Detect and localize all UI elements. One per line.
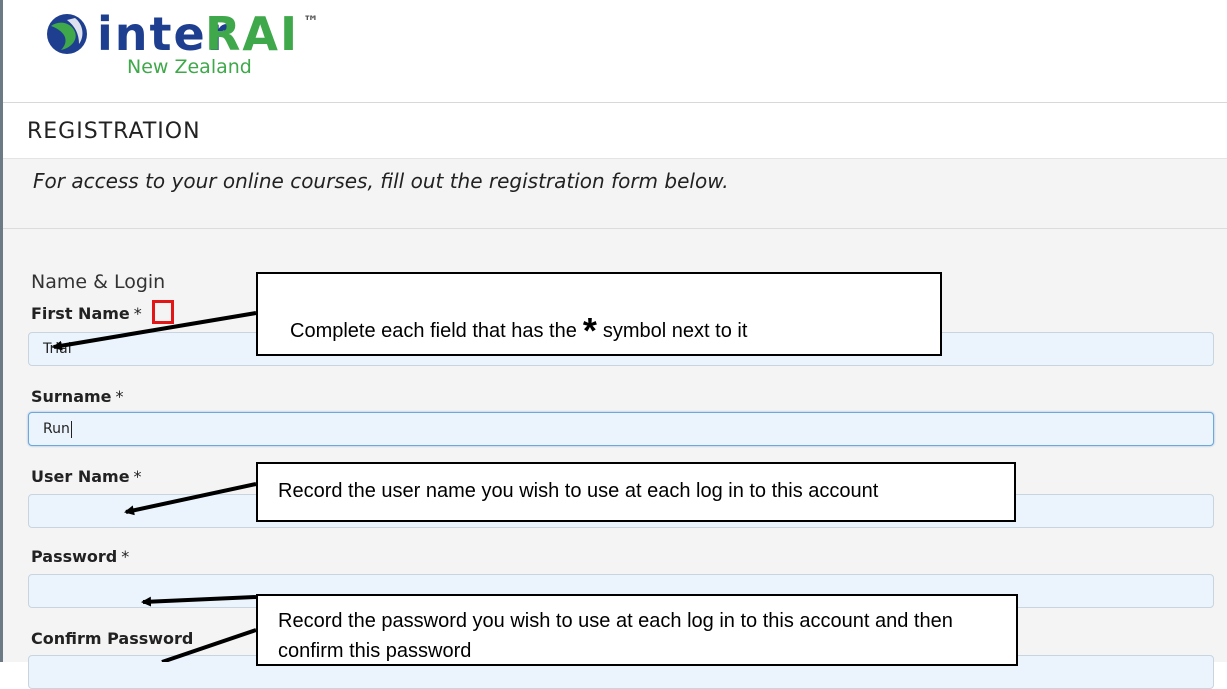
- callout-password: Record the password you wish to use at e…: [256, 594, 1018, 666]
- surname-label: Surname *: [31, 387, 124, 406]
- section-title: Name & Login: [31, 271, 166, 293]
- site-header: inter RAI ™ New Zealand: [3, 0, 1227, 103]
- required-star: *: [133, 304, 142, 323]
- page-title: REGISTRATION: [27, 119, 201, 144]
- callout-required-text-before: Complete each field that has the: [290, 320, 577, 342]
- password-label: Password *: [31, 547, 130, 566]
- first-name-label: First Name *: [31, 304, 142, 323]
- logo-trademark: ™: [303, 12, 319, 31]
- interrai-logo[interactable]: inter RAI ™ New Zealand: [45, 8, 319, 82]
- callout-username: Record the user name you wish to use at …: [256, 462, 1016, 522]
- required-star: *: [121, 547, 130, 566]
- required-star: *: [133, 467, 142, 486]
- required-star: *: [115, 387, 124, 406]
- callout-password-text: Record the password you wish to use at e…: [278, 610, 953, 662]
- confirm-password-label: Confirm Password: [31, 629, 194, 648]
- globe-logo-icon: [47, 14, 87, 54]
- callout-star-symbol: *: [582, 310, 597, 351]
- logo-subtitle: New Zealand: [127, 56, 252, 78]
- callout-username-text: Record the user name you wish to use at …: [278, 480, 879, 502]
- surname-input[interactable]: Run: [28, 412, 1214, 446]
- user-name-label: User Name *: [31, 467, 142, 486]
- intro-section: For access to your online courses, fill …: [3, 159, 1227, 229]
- intro-text: For access to your online courses, fill …: [33, 169, 729, 193]
- page-title-bar: REGISTRATION: [3, 103, 1227, 159]
- text-caret: [70, 420, 72, 438]
- callout-required-fields: Complete each field that has the * symbol …: [256, 272, 942, 356]
- callout-required-text-after: symbol next to it: [602, 320, 748, 342]
- logo-text-rai: RAI: [205, 7, 300, 61]
- required-star-highlight: [152, 300, 174, 324]
